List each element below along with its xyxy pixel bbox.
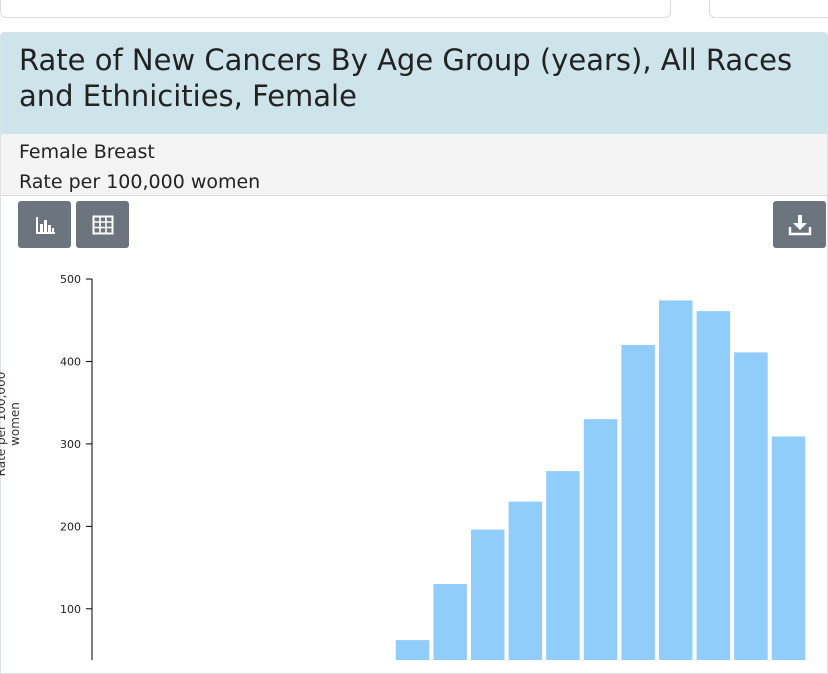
bar[interactable] [771,436,806,660]
bar[interactable] [583,419,618,660]
bar-chart-icon [35,216,55,234]
table-icon [92,215,113,234]
y-tick-label: 100 [60,603,81,616]
bar[interactable] [621,344,655,660]
y-tick-label: 400 [60,355,81,368]
top-select-field[interactable] [709,0,828,18]
bar[interactable] [546,471,580,660]
page-title: Rate of New Cancers By Age Group (years)… [19,43,793,113]
top-strip [0,0,828,19]
bar[interactable] [659,300,693,660]
y-tick-label: 200 [60,520,81,533]
bar[interactable] [734,352,768,660]
cancer-site-label: Female Breast [19,141,155,163]
bar[interactable] [433,584,467,660]
y-tick-label: 300 [60,438,81,451]
bar-chart: 100 200 300 400 500 [60,273,806,660]
bar[interactable] [696,311,731,660]
chart-area: Rate per 100,000 women 100 200 300 400 500 [0,258,828,660]
download-icon [788,214,811,235]
bar[interactable] [395,640,430,660]
panel-header: Rate of New Cancers By Age Group (years)… [1,33,827,134]
table-view-button[interactable] [76,201,129,248]
panel-subheader: Female Breast Rate per 100,000 women [1,134,827,196]
chart-view-button[interactable] [18,201,71,248]
download-button[interactable] [773,201,826,248]
units-label: Rate per 100,000 women [19,171,261,193]
top-search-field[interactable] [0,0,671,18]
bar[interactable] [508,501,543,660]
y-tick-label: 500 [60,273,81,286]
y-axis-label: Rate per 100,000 women [0,371,22,477]
bar[interactable] [471,529,505,660]
